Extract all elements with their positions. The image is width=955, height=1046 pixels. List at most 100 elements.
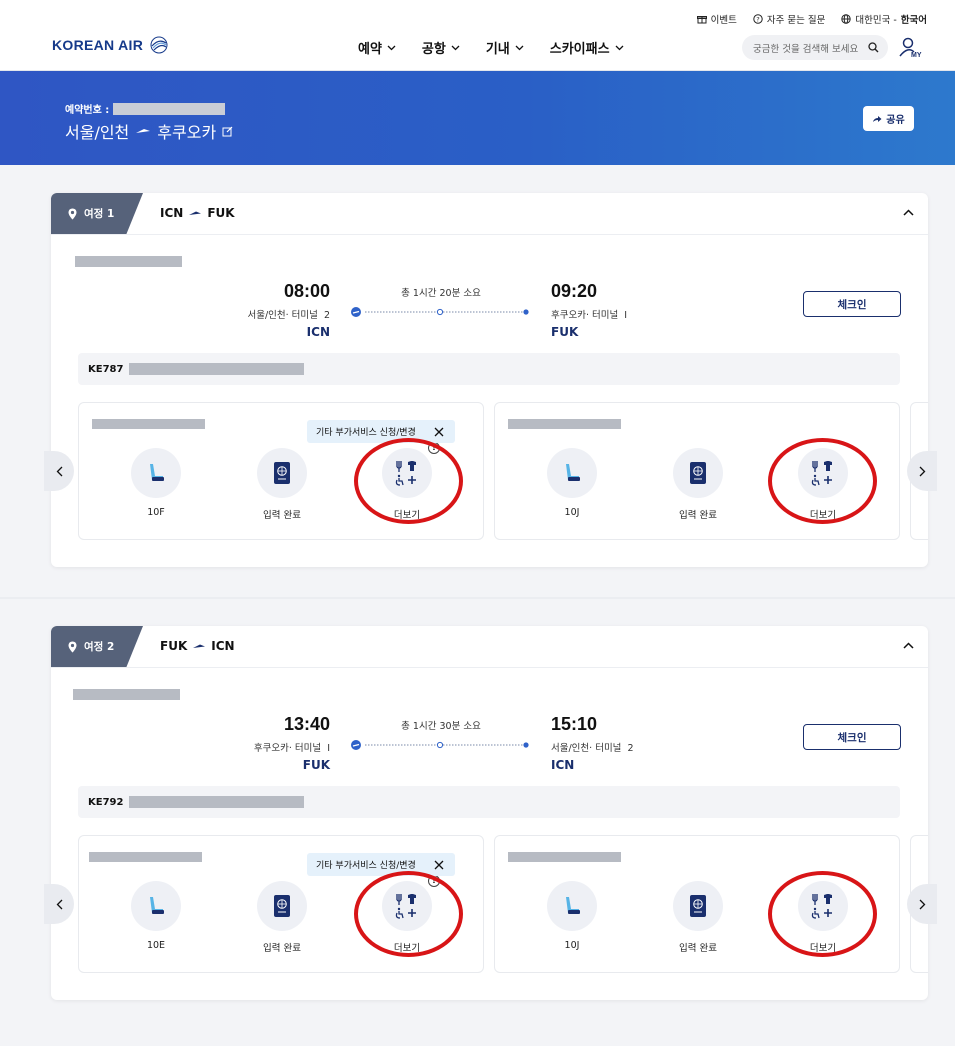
arrival-time: 09:20 xyxy=(551,281,598,301)
reservation-banner: 예약번호 : 서울/인천 후쿠오카 공유 xyxy=(0,71,955,165)
divider xyxy=(51,234,928,235)
chevron-down-icon xyxy=(515,45,524,50)
passport-icon xyxy=(274,895,290,917)
reservation-route: 서울/인천 후쿠오카 xyxy=(65,119,233,143)
section-divider xyxy=(0,597,955,599)
chevron-right-icon xyxy=(919,899,925,909)
redacted-flight-date xyxy=(73,689,180,700)
arrival-terminal: 후쿠오카· 터미널 I xyxy=(551,310,628,321)
departure-code: FUK xyxy=(302,758,330,772)
flight-number-bar: KE792 xyxy=(78,786,900,818)
redacted-reservation-number xyxy=(113,102,226,115)
highlight-circle xyxy=(354,871,463,957)
seat-service[interactable]: 10E xyxy=(116,881,196,951)
itinerary-leg: ICN FUK xyxy=(160,206,235,220)
share-arrow-icon xyxy=(873,115,882,122)
passport-service[interactable]: 입력 완료 xyxy=(658,881,738,954)
redacted-passenger-name xyxy=(508,419,621,429)
utility-links: 이벤트 ? 자주 묻는 질문 대한민국 - 한국어 xyxy=(696,12,927,26)
departure-terminal: 후쿠오카· 터미널 I xyxy=(253,743,330,754)
global-header: 이벤트 ? 자주 묻는 질문 대한민국 - 한국어 KOREAN AIR 예약 … xyxy=(0,0,955,71)
airplane-icon xyxy=(189,211,202,215)
redacted-passenger-name xyxy=(508,852,621,862)
itinerary-tab: 여정 2 xyxy=(51,626,143,667)
close-icon[interactable] xyxy=(434,860,444,870)
seat-icon xyxy=(566,897,580,914)
seat-icon xyxy=(566,464,580,481)
checkin-button[interactable]: 체크인 xyxy=(803,724,901,750)
language-selector[interactable]: 대한민국 - 한국어 xyxy=(841,12,927,26)
location-pin-icon xyxy=(68,208,77,219)
reservation-number: 예약번호 : xyxy=(65,101,226,116)
passport-service[interactable]: 입력 완료 xyxy=(658,448,738,521)
chevron-up-icon[interactable] xyxy=(903,209,914,216)
chevron-left-icon xyxy=(56,899,62,909)
main-nav: 예약 공항 기내 스카이패스 xyxy=(358,38,624,57)
highlight-circle xyxy=(354,438,463,524)
korean-air-logo[interactable]: KOREAN AIR xyxy=(52,35,169,55)
passport-service[interactable]: 입력 완료 xyxy=(242,881,322,954)
user-icon: MY xyxy=(899,37,922,59)
nav-booking[interactable]: 예약 xyxy=(358,38,396,57)
svg-text:MY: MY xyxy=(911,52,922,59)
nav-inflight[interactable]: 기내 xyxy=(486,38,524,57)
arrival-time: 15:10 xyxy=(551,714,598,734)
nav-airport[interactable]: 공항 xyxy=(422,38,460,57)
chevron-down-icon xyxy=(451,45,460,50)
event-link[interactable]: 이벤트 xyxy=(696,12,737,26)
flight-progress-track xyxy=(351,307,529,317)
seat-service[interactable]: 10F xyxy=(116,448,196,518)
checkin-button[interactable]: 체크인 xyxy=(803,291,901,317)
edit-icon[interactable] xyxy=(222,126,233,137)
departure-code: ICN xyxy=(306,325,330,339)
departure-time: 13:40 xyxy=(283,714,330,734)
share-button[interactable]: 공유 xyxy=(863,106,914,131)
arrival-code: FUK xyxy=(551,325,579,339)
flight-number-bar: KE787 xyxy=(78,353,900,385)
arrival-info: 09:20 후쿠오카· 터미널 I FUK xyxy=(551,281,751,339)
itinerary-card-2: 여정 2 FUK ICN 13:40 후쿠오카· 터미널 I FUK 총 1시간… xyxy=(51,626,928,1000)
seat-icon xyxy=(150,897,164,914)
search-icon[interactable] xyxy=(868,42,879,53)
flight-duration: 총 1시간 30분 소요 xyxy=(401,721,481,732)
redacted-flight-detail xyxy=(129,796,305,808)
passport-icon xyxy=(274,462,290,484)
highlight-circle xyxy=(768,871,877,957)
chevron-down-icon xyxy=(387,45,396,50)
nav-skypass[interactable]: 스카이패스 xyxy=(550,38,624,57)
faq-link[interactable]: ? 자주 묻는 질문 xyxy=(753,12,825,26)
seat-service[interactable]: 10J xyxy=(532,448,612,518)
redacted-flight-date xyxy=(75,256,182,267)
chevron-up-icon[interactable] xyxy=(903,642,914,649)
arrival-terminal: 서울/인천· 터미널 2 xyxy=(551,743,634,754)
location-pin-icon xyxy=(68,641,77,652)
airplane-icon xyxy=(193,644,206,648)
svg-text:?: ? xyxy=(756,16,759,24)
passport-icon xyxy=(690,895,706,917)
flight-progress-track xyxy=(351,740,529,750)
airplane-icon xyxy=(136,129,151,133)
chevron-down-icon xyxy=(615,45,624,50)
extra-services-tooltip: 기타 부가서비스 신청/변경 xyxy=(307,853,455,876)
itinerary-leg: FUK ICN xyxy=(160,639,235,653)
search-input[interactable]: 궁금한 것을 검색해 보세요 xyxy=(742,35,888,60)
my-account-button[interactable]: MY xyxy=(899,37,923,63)
departure-info: 13:40 후쿠오카· 터미널 I FUK xyxy=(130,714,330,772)
itinerary-tab: 여정 1 xyxy=(51,193,143,234)
seat-icon xyxy=(150,464,164,481)
itinerary-card-1: 여정 1 ICN FUK 08:00 서울/인천· 터미널 2 ICN 총 1시… xyxy=(51,193,928,567)
divider xyxy=(51,667,928,668)
taegeuk-logo-icon xyxy=(150,36,168,54)
departure-time: 08:00 xyxy=(283,281,330,301)
gift-icon xyxy=(696,16,707,24)
redacted-passenger-name xyxy=(89,852,202,862)
globe-icon xyxy=(841,14,852,24)
seat-service[interactable]: 10J xyxy=(532,881,612,951)
passport-service[interactable]: 입력 완료 xyxy=(242,448,322,521)
redacted-flight-detail xyxy=(129,363,305,375)
passport-icon xyxy=(690,462,706,484)
question-icon: ? xyxy=(753,14,763,24)
redacted-passenger-name xyxy=(92,419,205,429)
arrival-info: 15:10 서울/인천· 터미널 2 ICN xyxy=(551,714,751,772)
close-icon[interactable] xyxy=(434,427,444,437)
